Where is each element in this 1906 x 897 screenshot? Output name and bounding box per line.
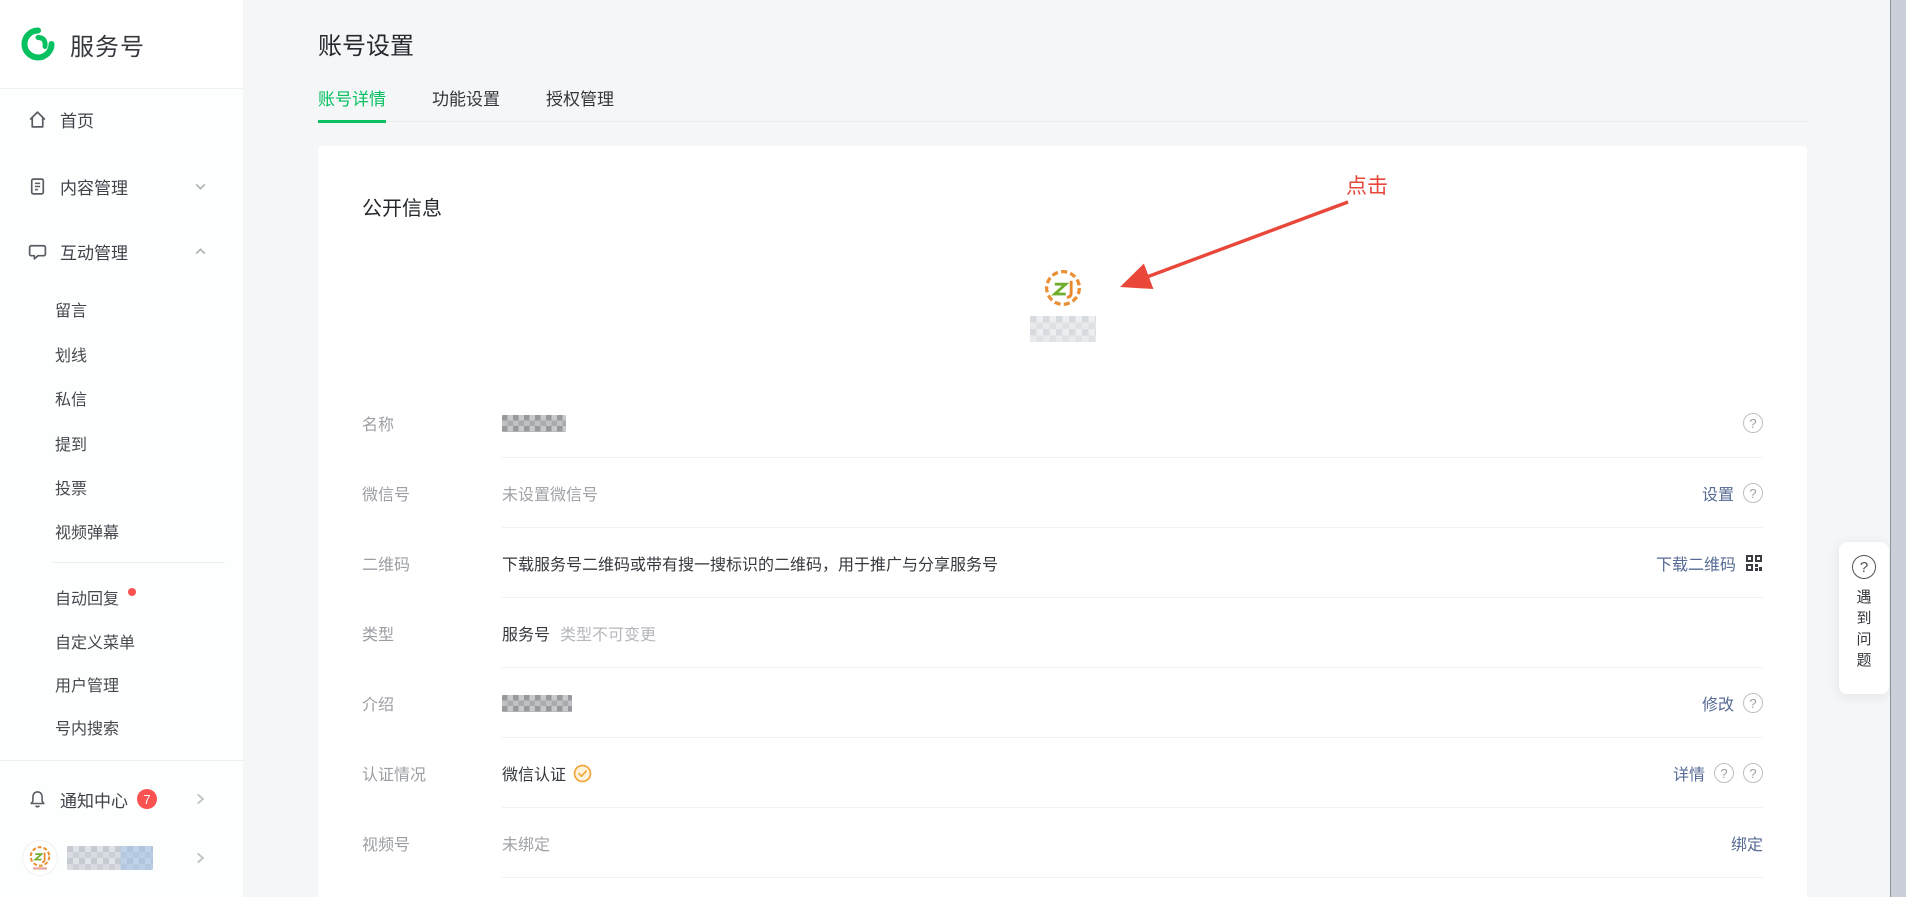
- verification-details-link[interactable]: 详情: [1673, 761, 1705, 785]
- chevron-up-icon[interactable]: [194, 245, 207, 258]
- tab-bar: 账号详情 功能设置 授权管理: [318, 85, 1807, 122]
- sidebar-divider: [53, 562, 225, 563]
- public-info-card: 公开信息 点击 名称 ? 微信号 未设置微信: [318, 146, 1807, 897]
- sidebar-item-home[interactable]: 首页: [0, 103, 243, 135]
- annotation-label: 点击: [1346, 170, 1388, 200]
- help-icon[interactable]: ?: [1743, 483, 1763, 503]
- bind-video-channel-link[interactable]: 绑定: [1731, 831, 1763, 855]
- row-verification-status: 认证情况 微信认证 详情 ? ?: [318, 738, 1807, 808]
- sidebar-item-label: 互动管理: [60, 239, 128, 264]
- question-mark-icon: ?: [1852, 555, 1876, 579]
- account-display-name-redacted: [1030, 316, 1096, 342]
- help-icon[interactable]: ?: [1743, 413, 1763, 433]
- vertical-scrollbar[interactable]: [1890, 0, 1906, 897]
- help-icon[interactable]: ?: [1714, 763, 1734, 783]
- sidebar-subitem-comments[interactable]: 留言: [0, 294, 243, 324]
- row-video-channel: 视频号 未绑定 绑定: [318, 808, 1807, 878]
- sidebar: 服务号 首页 内容管理 互动管理 留言 划线 私信 提到 投票 视频弹幕 自动回…: [0, 0, 243, 897]
- sidebar-item-label: 内容管理: [60, 174, 128, 199]
- row-name: 名称 ?: [318, 388, 1807, 458]
- row-wechat-id: 微信号 未设置微信号 设置 ?: [318, 458, 1807, 528]
- page-title: 账号设置: [318, 26, 414, 61]
- sidebar-item-notification-center[interactable]: 通知中心 7: [0, 782, 243, 816]
- sidebar-subitem-user-management[interactable]: 用户管理: [0, 669, 243, 699]
- chevron-right-icon: [193, 792, 207, 806]
- sidebar-subitem-video-danmu[interactable]: 视频弹幕: [0, 516, 243, 546]
- account-avatar-block: [318, 264, 1807, 342]
- chat-bubble-icon: [27, 241, 48, 262]
- wechat-id-value: 未设置微信号: [502, 481, 598, 505]
- help-feedback-widget[interactable]: ? 遇 到 问 题: [1839, 542, 1889, 694]
- sidebar-subitem-mentions[interactable]: 提到: [0, 428, 243, 458]
- sidebar-subitem-auto-reply[interactable]: 自动回复: [0, 582, 243, 612]
- chevron-down-icon[interactable]: [194, 180, 207, 193]
- row-qrcode: 二维码 下载服务号二维码或带有搜一搜标识的二维码，用于推广与分享服务号 下载二维…: [318, 528, 1807, 598]
- row-introduction: 介绍 修改 ?: [318, 668, 1807, 738]
- help-icon[interactable]: ?: [1743, 693, 1763, 713]
- brand-logo-icon: [19, 25, 57, 63]
- account-avatar-logo[interactable]: [1039, 264, 1087, 312]
- verified-check-icon: [573, 764, 592, 783]
- download-qrcode-link[interactable]: 下载二维码: [1656, 551, 1736, 575]
- modify-introduction-link[interactable]: 修改: [1702, 691, 1734, 715]
- row-type: 类型 服务号 类型不可变更: [318, 598, 1807, 668]
- brand-title: 服务号: [70, 27, 145, 62]
- verification-value: 微信认证: [502, 761, 566, 785]
- account-name-redacted: [67, 846, 153, 870]
- tab-account-details[interactable]: 账号详情: [318, 85, 386, 122]
- sidebar-subitem-votes[interactable]: 投票: [0, 472, 243, 502]
- introduction-value-redacted: [502, 695, 572, 712]
- sidebar-divider: [0, 760, 243, 761]
- sidebar-item-label: 首页: [60, 107, 94, 132]
- sidebar-item-label: 通知中心: [60, 787, 128, 812]
- brand-header: 服务号: [0, 0, 243, 89]
- sidebar-subitem-underlines[interactable]: 划线: [0, 339, 243, 369]
- notification-badge: 7: [137, 789, 157, 809]
- qrcode-description: 下载服务号二维码或带有搜一搜标识的二维码，用于推广与分享服务号: [502, 551, 998, 575]
- help-icon[interactable]: ?: [1743, 763, 1763, 783]
- unread-dot: [128, 588, 136, 596]
- section-title: 公开信息: [362, 192, 442, 221]
- sidebar-subitem-in-account-search[interactable]: 号内搜索: [0, 712, 243, 742]
- tab-authorization-management[interactable]: 授权管理: [546, 85, 614, 122]
- document-icon: [27, 176, 48, 197]
- sidebar-item-content-management[interactable]: 内容管理: [0, 170, 243, 202]
- bell-icon: [27, 789, 48, 810]
- account-switcher[interactable]: [0, 838, 243, 878]
- qrcode-icon[interactable]: [1745, 554, 1763, 572]
- tab-function-settings[interactable]: 功能设置: [432, 85, 500, 122]
- account-avatar: [23, 841, 57, 875]
- sidebar-subitem-custom-menu[interactable]: 自定义菜单: [0, 626, 243, 656]
- video-channel-value: 未绑定: [502, 831, 550, 855]
- chevron-right-icon: [193, 851, 207, 865]
- account-type-value: 服务号: [502, 621, 550, 645]
- sidebar-item-interaction-management[interactable]: 互动管理: [0, 235, 243, 267]
- home-icon: [27, 109, 48, 130]
- account-detail-rows: 名称 ? 微信号 未设置微信号 设置 ? 二维码 下载服务号二维码或带有搜一搜标…: [318, 388, 1807, 878]
- set-wechat-id-link[interactable]: 设置: [1702, 481, 1734, 505]
- name-value-redacted: [502, 415, 566, 432]
- type-immutable-note: 类型不可变更: [560, 621, 656, 645]
- sidebar-subitem-private-messages[interactable]: 私信: [0, 383, 243, 413]
